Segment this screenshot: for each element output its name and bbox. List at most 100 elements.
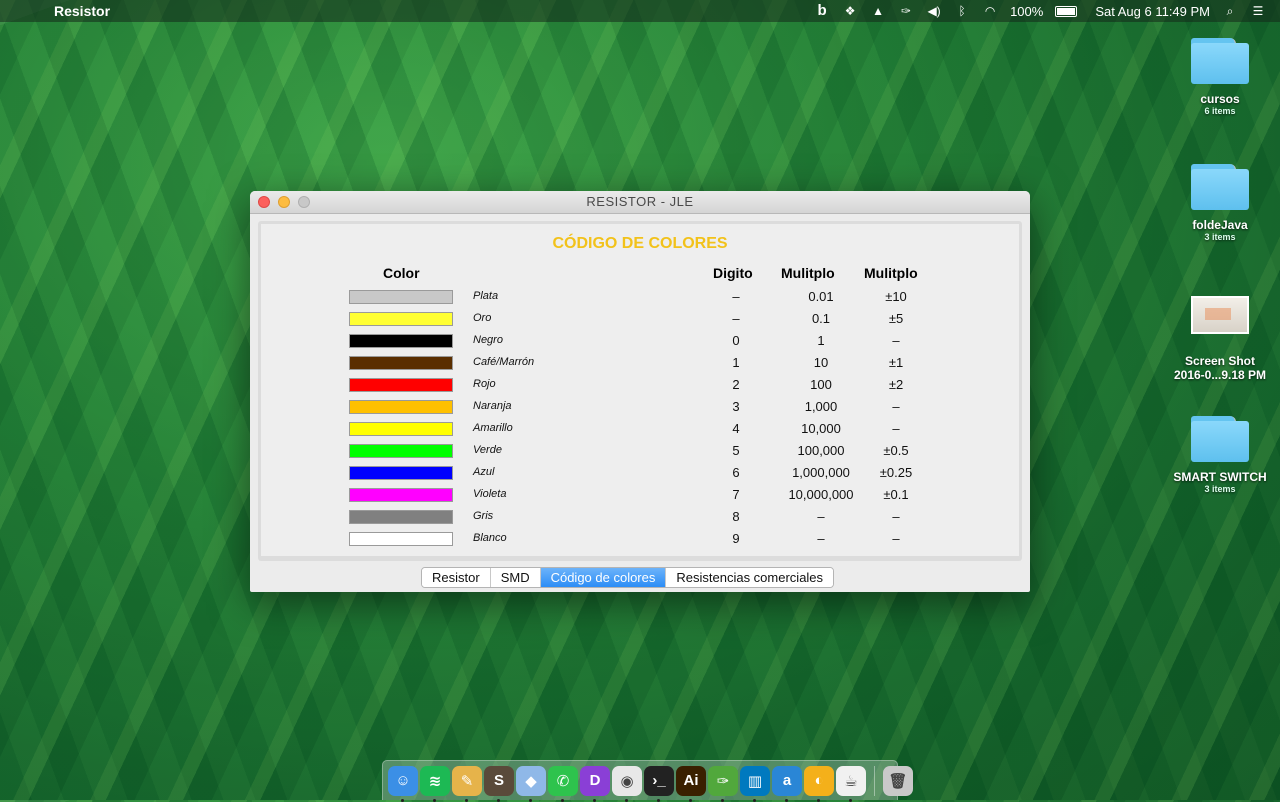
wifi-icon[interactable]: ◠	[982, 4, 998, 18]
color-swatch	[349, 334, 453, 348]
scrivener-icon[interactable]: ✎	[452, 765, 482, 802]
digit-value: –	[732, 311, 740, 326]
tolerance-value: –	[892, 421, 900, 436]
clock[interactable]: Sat Aug 6 11:49 PM	[1095, 4, 1210, 19]
screenshot-thumbnail-icon	[1191, 296, 1249, 334]
table-row: Verde 5 100,000 ±0.5	[261, 442, 1019, 464]
desktop-folder-foldejava[interactable]: foldeJava 3 items	[1165, 164, 1275, 242]
b-icon[interactable]: b	[814, 3, 830, 18]
close-button[interactable]	[258, 196, 270, 208]
java-icon[interactable]: ☕	[836, 765, 866, 802]
bluetooth-icon[interactable]: ᛒ	[954, 4, 970, 18]
app-menu-name[interactable]: Resistor	[54, 3, 110, 19]
color-name: Amarillo	[473, 422, 513, 434]
desktop-item-name: SMART SWITCH	[1173, 470, 1267, 484]
table-row: Azul 6 1,000,000 ±0.25	[261, 464, 1019, 486]
color-name: Blanco	[473, 532, 507, 544]
color-name: Oro	[473, 312, 492, 324]
desktop-folder-cursos[interactable]: cursos 6 items	[1165, 38, 1275, 116]
tab-c-digo-de-colores[interactable]: Código de colores	[540, 568, 667, 587]
color-name: Gris	[473, 510, 494, 522]
tab-resistencias-comerciales[interactable]: Resistencias comerciales	[666, 568, 834, 587]
color-name: Plata	[473, 290, 499, 302]
folder-icon	[1191, 164, 1249, 210]
page-title: CÓDIGO DE COLORES	[552, 235, 728, 252]
table-row: Rojo 2 100 ±2	[261, 376, 1019, 398]
desktop-item-count: 3 items	[1204, 232, 1236, 242]
digit-value: 1	[732, 355, 740, 370]
digit-value: –	[732, 289, 740, 304]
desktop-folder-smart-switch[interactable]: SMART SWITCH 3 items	[1165, 416, 1275, 494]
terminal-icon[interactable]: ›_	[644, 765, 674, 802]
minimize-button[interactable]	[278, 196, 290, 208]
battery-icon[interactable]	[1055, 5, 1078, 17]
tolerance-value: ±2	[888, 377, 904, 392]
dock-separator	[874, 765, 875, 796]
color-swatch	[349, 356, 453, 370]
app-a-icon[interactable]: a	[772, 765, 802, 802]
digit-value: 9	[732, 531, 740, 546]
tolerance-value: –	[892, 509, 900, 524]
spotify-icon[interactable]: ≋	[420, 765, 450, 802]
status-area: b ❖ ▲ ✑ ◀) ᛒ ◠ 100% Sat Aug 6 11:49 PM ⌕…	[814, 3, 1280, 19]
desktop-screenshot[interactable]: Screen Shot 2016-0...9.18 PM	[1165, 296, 1275, 382]
trash-icon[interactable]: 🗑	[883, 765, 913, 796]
column-header-color: Color	[383, 265, 420, 281]
color-swatch	[349, 378, 453, 392]
resistor-window: RESISTOR - JLE CÓDIGO DE COLORES Color D…	[250, 191, 1030, 592]
dash-icon[interactable]: D	[580, 765, 610, 802]
desktop-item-date: 2016-0...9.18 PM	[1173, 368, 1267, 382]
color-swatch	[349, 422, 453, 436]
chrome-icon[interactable]: ◉	[612, 765, 642, 802]
tolerance-value: ±10	[885, 289, 907, 304]
window-title: RESISTOR - JLE	[586, 194, 694, 209]
table-row: Plata –0.01 ±10	[261, 288, 1019, 310]
digit-value: 2	[732, 377, 740, 392]
menu-bar: Resistor b ❖ ▲ ✑ ◀) ᛒ ◠ 100% Sat Aug 6 1…	[0, 0, 1280, 22]
tolerance-value: ±0.25	[879, 465, 913, 480]
tab-smd[interactable]: SMD	[490, 568, 541, 587]
folder-icon	[1191, 38, 1249, 84]
column-header-tolerance: Mulitplo	[864, 265, 918, 281]
trello-icon[interactable]: ▥	[740, 765, 770, 802]
table-row: Gris 8– –	[261, 508, 1019, 530]
whatsapp-icon[interactable]: ✆	[548, 765, 578, 802]
table-row: Café/Marrón 1 10 ±1	[261, 354, 1019, 376]
desktop-item-name: Screen Shot	[1184, 354, 1256, 368]
color-code-panel: CÓDIGO DE COLORES Color Digito Mulitplo …	[261, 224, 1019, 556]
evernote-icon[interactable]: ✑	[708, 765, 738, 802]
color-swatch	[349, 290, 453, 304]
evernote-icon[interactable]: ✑	[898, 4, 914, 18]
digit-value: 3	[732, 399, 740, 414]
virtualbox-icon[interactable]: ◆	[516, 765, 546, 802]
color-name: Violeta	[473, 488, 507, 500]
title-bar[interactable]: RESISTOR - JLE	[250, 191, 1030, 214]
spotlight-icon[interactable]: ⌕	[1222, 4, 1238, 18]
volume-icon[interactable]: ◀)	[926, 4, 942, 18]
tab-bar: Resistor SMD Código de colores Resistencias…	[421, 567, 835, 588]
drive-icon[interactable]: ▲	[870, 4, 886, 18]
idea-icon[interactable]: ◐	[804, 765, 834, 802]
desktop-item-name: foldeJava	[1192, 218, 1248, 232]
digit-value: 6	[732, 465, 740, 480]
dropbox-icon[interactable]: ❖	[842, 4, 858, 18]
table-row: Naranja 3 1,000–	[261, 398, 1019, 420]
digit-value: 8	[732, 509, 740, 524]
table-row: Amarillo 4 10,000–	[261, 420, 1019, 442]
table-row: Oro –0.1 ±5	[261, 310, 1019, 332]
tab-resistor[interactable]: Resistor	[422, 568, 491, 587]
finder-icon[interactable]: ☺	[388, 765, 418, 802]
notification-center-icon[interactable]: ☰	[1250, 4, 1266, 18]
sublime-icon[interactable]: S	[484, 765, 514, 802]
table-row: Negro 0 1–	[261, 332, 1019, 354]
desktop-item-count: 3 items	[1204, 484, 1236, 494]
column-header-digit: Digito	[713, 265, 753, 281]
color-name: Negro	[473, 334, 503, 346]
table-row: Violeta 7 10,000,000 ±0.1	[261, 486, 1019, 508]
desktop-item-name: cursos	[1200, 92, 1240, 106]
tolerance-value: ±0.5	[883, 443, 909, 458]
illustrator-icon[interactable]: Ai	[676, 765, 706, 802]
zoom-button[interactable]	[298, 196, 310, 208]
digit-value: 4	[732, 421, 740, 436]
tolerance-value: –	[892, 333, 900, 348]
